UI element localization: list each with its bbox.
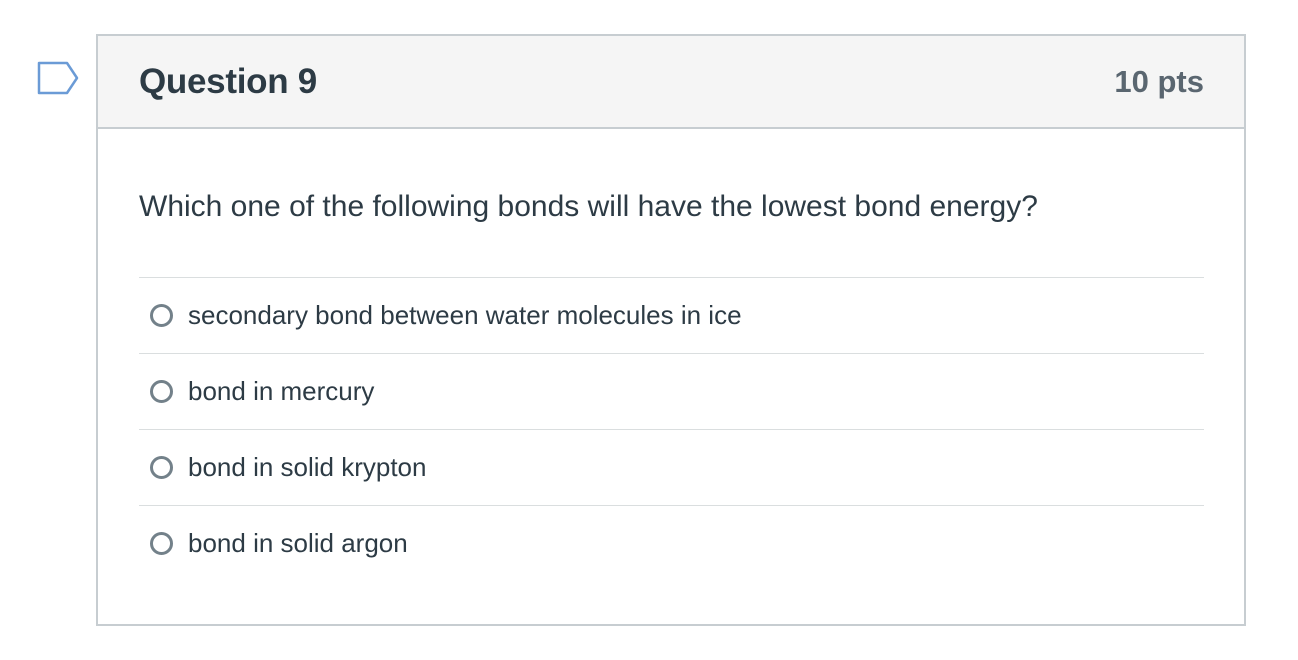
answer-option[interactable]: secondary bond between water molecules i… [139, 278, 1204, 354]
answer-label: secondary bond between water molecules i… [188, 300, 742, 330]
answer-option[interactable]: bond in mercury [139, 354, 1204, 430]
answer-option[interactable]: bond in solid krypton [139, 430, 1204, 506]
question-header: Question 9 10 pts [98, 36, 1244, 129]
radio-button-icon[interactable] [150, 380, 173, 403]
answer-label: bond in solid krypton [188, 452, 427, 482]
question-text: Which one of the following bonds will ha… [139, 190, 1038, 223]
radio-button-icon[interactable] [150, 532, 173, 555]
question-body: Which one of the following bonds will ha… [98, 129, 1244, 581]
question-card: Question 9 10 pts Which one of the follo… [96, 34, 1246, 626]
flag-question-icon[interactable] [37, 61, 79, 95]
answer-label: bond in solid argon [188, 528, 408, 558]
quiz-page: Question 9 10 pts Which one of the follo… [0, 0, 1298, 660]
answer-label: bond in mercury [188, 376, 375, 406]
answer-list: secondary bond between water molecules i… [139, 277, 1204, 581]
radio-button-icon[interactable] [150, 304, 173, 327]
question-points: 10 pts [1114, 63, 1204, 99]
question-title: Question 9 [139, 61, 317, 101]
radio-button-icon[interactable] [150, 456, 173, 479]
answer-option[interactable]: bond in solid argon [139, 506, 1204, 581]
